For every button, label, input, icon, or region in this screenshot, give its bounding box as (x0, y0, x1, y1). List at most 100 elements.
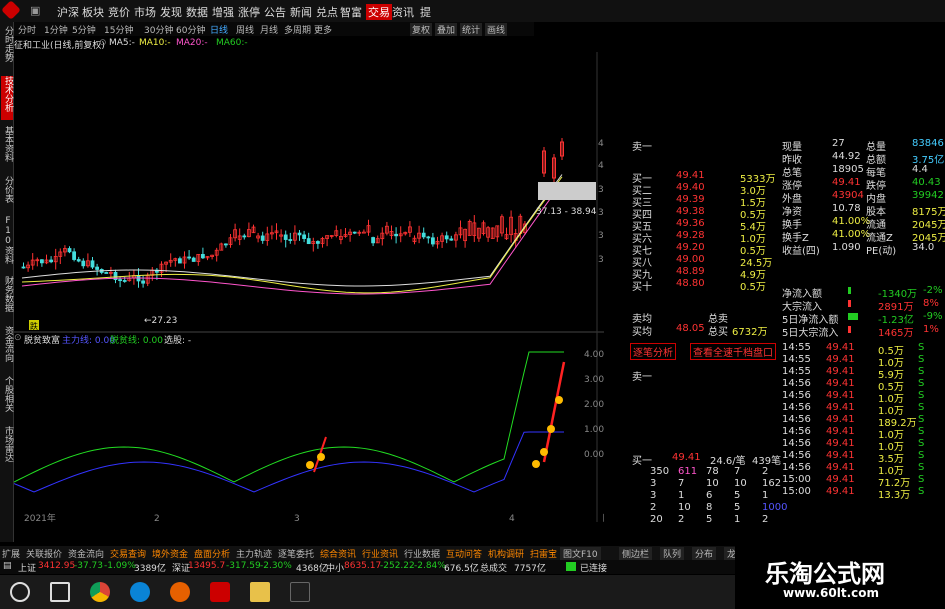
period-2[interactable]: 5分钟 (72, 23, 96, 36)
bottom-tab-13[interactable]: 扫雷宝 (530, 547, 557, 560)
period-0[interactable]: 分时 (18, 23, 36, 36)
indicator-settings-icon[interactable]: ⊙ (14, 333, 22, 343)
bottom-tab-12[interactable]: 机构调研 (488, 547, 524, 560)
firefox-icon[interactable] (170, 582, 190, 602)
left-nav-item-2[interactable]: 基本资料 (1, 126, 13, 170)
period-6[interactable]: 日线 (210, 23, 228, 36)
bottom-tab-3[interactable]: 交易查询 (110, 547, 146, 560)
daily-label[interactable]: 日线 (602, 512, 604, 522)
menu-item-4[interactable]: 发现 (160, 4, 182, 20)
trade-side: S (918, 450, 925, 461)
period-8[interactable]: 月线 (260, 23, 278, 36)
trade-list: 14:55 49.41 0.5万 S 14:55 49.41 1.0万 S 14:55 49.41… (780, 342, 945, 542)
menu-item-0[interactable]: 沪深 (57, 4, 79, 20)
queue-row: 3 7 10 10 162 (628, 478, 781, 490)
status-sz-pct: -2.30% (260, 561, 292, 571)
menu-item-6[interactable]: 增强 (212, 4, 234, 20)
menu-item-3[interactable]: 市场 (134, 4, 156, 20)
period-4[interactable]: 30分钟 (144, 23, 173, 36)
candle-body (122, 280, 127, 282)
menu-item-11[interactable]: 智富 (340, 4, 362, 20)
menu-item-12[interactable]: 交易 (366, 4, 392, 20)
left-nav-item-8[interactable]: 市场雷达 (1, 426, 13, 470)
buy-row[interactable]: 买一 49.41 5333万 (628, 170, 780, 185)
bottom-tab-10[interactable]: 行业数据 (404, 547, 440, 560)
file-explorer-icon[interactable] (250, 582, 270, 602)
right-tab-2[interactable]: 队列 (660, 547, 685, 560)
settings-icon[interactable]: ⊙ (99, 38, 107, 48)
buy-row[interactable]: 买九 48.89 4.9万 (628, 266, 780, 281)
buy-row[interactable]: 买三 49.39 1.5万 (628, 194, 780, 209)
menu-item-9[interactable]: 新闻 (290, 4, 312, 20)
right-tab-3[interactable]: 分布 (692, 547, 717, 560)
quote-row: 净资 10.78 股本 8175万 (780, 203, 945, 218)
bottom-tab-4[interactable]: 境外资金 (152, 547, 188, 560)
task-view-icon[interactable] (50, 582, 70, 602)
menu-item-2[interactable]: 竞价 (108, 4, 130, 20)
indicator-line2: 脱贫线: 0.00 (110, 336, 163, 346)
bottom-tab-6[interactable]: 主力轨迹 (236, 547, 272, 560)
period-1[interactable]: 1分钟 (44, 23, 68, 36)
left-nav-item-4[interactable]: F10资料 (1, 216, 13, 270)
nav-back-icon[interactable]: ▣ (30, 4, 40, 17)
buy-row[interactable]: 买七 49.20 0.5万 (628, 242, 780, 257)
tool-button-1[interactable]: 叠加 (435, 23, 458, 36)
tool-button-2[interactable]: 统计 (460, 23, 483, 36)
buy-row[interactable]: 买五 49.36 5.4万 (628, 218, 780, 233)
menu-item-10[interactable]: 兑点 (316, 4, 338, 20)
buy-row[interactable]: 买十 48.80 0.5万 (628, 278, 780, 293)
menu-item-8[interactable]: 公告 (264, 4, 286, 20)
bottom-tab-2[interactable]: 资金流向 (68, 547, 104, 560)
buy-row-price: 49.38 (676, 206, 705, 217)
bottom-tab-0[interactable]: 扩展 (2, 547, 20, 560)
trade-volume: 13.3万 (878, 490, 911, 501)
right-tab-1[interactable]: 侧边栏 (619, 547, 653, 560)
right-tab-0[interactable]: 图文F10 (560, 547, 601, 560)
ma10-line (21, 176, 563, 294)
menu-item-7[interactable]: 涨停 (238, 4, 260, 20)
bottom-tab-9[interactable]: 行业资讯 (362, 547, 398, 560)
left-nav-item-6[interactable]: 资金流向 (1, 326, 13, 370)
period-9[interactable]: 多周期 (284, 23, 311, 36)
menu-item-1[interactable]: 板块 (82, 4, 104, 20)
quote-row: 总笔 18905 每笔 4.4 (780, 164, 945, 179)
period-10[interactable]: 更多 (314, 23, 332, 36)
menu-item-14[interactable]: 提 (420, 4, 431, 20)
period-5[interactable]: 60分钟 (176, 23, 205, 36)
left-nav-item-1[interactable]: 技术分析 (1, 76, 13, 120)
market-icon[interactable]: ▤ (3, 561, 12, 571)
buy-row[interactable]: 买八 49.00 24.5万 (628, 254, 780, 269)
candle-body (90, 260, 95, 268)
tick-analysis-button[interactable]: 逐笔分析 (630, 343, 676, 360)
period-7[interactable]: 周线 (236, 23, 254, 36)
queue-row: 20 2 5 1 2 (628, 514, 780, 526)
tool-button-0[interactable]: 复权 (410, 23, 433, 36)
chrome-icon[interactable] (90, 582, 110, 602)
tool-button-3[interactable]: 画线 (485, 23, 508, 36)
buy-row[interactable]: 买二 49.40 3.0万 (628, 182, 780, 197)
bottom-tab-1[interactable]: 关联报价 (26, 547, 62, 560)
terminal-icon[interactable] (290, 582, 310, 602)
edge-icon[interactable] (130, 582, 150, 602)
bottom-tab-8[interactable]: 综合资讯 (320, 547, 356, 560)
menu-item-13[interactable]: 资讯 (392, 4, 414, 20)
bottom-tab-5[interactable]: 盘面分析 (194, 547, 230, 560)
left-nav-item-0[interactable]: 分时走势 (1, 26, 13, 70)
left-nav-item-7[interactable]: 个股相关 (1, 376, 13, 420)
buy-row[interactable]: 买六 49.28 1.0万 (628, 230, 780, 245)
menu-item-5[interactable]: 数据 (186, 4, 208, 20)
bottom-tab-7[interactable]: 逐笔委托 (278, 547, 314, 560)
bottom-tab-11[interactable]: 互动问答 (446, 547, 482, 560)
price-chart[interactable]: 42.0040.0038.0036.0034.0032.004.003.002.… (14, 52, 604, 522)
search-icon[interactable] (10, 582, 30, 602)
stock-app-icon[interactable] (210, 582, 230, 602)
trade-price: 49.41 (826, 366, 855, 377)
app-logo-icon[interactable] (1, 0, 21, 20)
trade-side: S (918, 402, 925, 413)
signal-coin-icon (306, 461, 314, 469)
buy-row[interactable]: 买四 49.38 0.5万 (628, 206, 780, 221)
left-nav-item-5[interactable]: 财务数据 (1, 276, 13, 320)
left-nav-item-3[interactable]: 分价表 (1, 176, 13, 210)
full-depth-button[interactable]: 查看全速千档盘口 (690, 343, 776, 360)
period-3[interactable]: 15分钟 (104, 23, 133, 36)
